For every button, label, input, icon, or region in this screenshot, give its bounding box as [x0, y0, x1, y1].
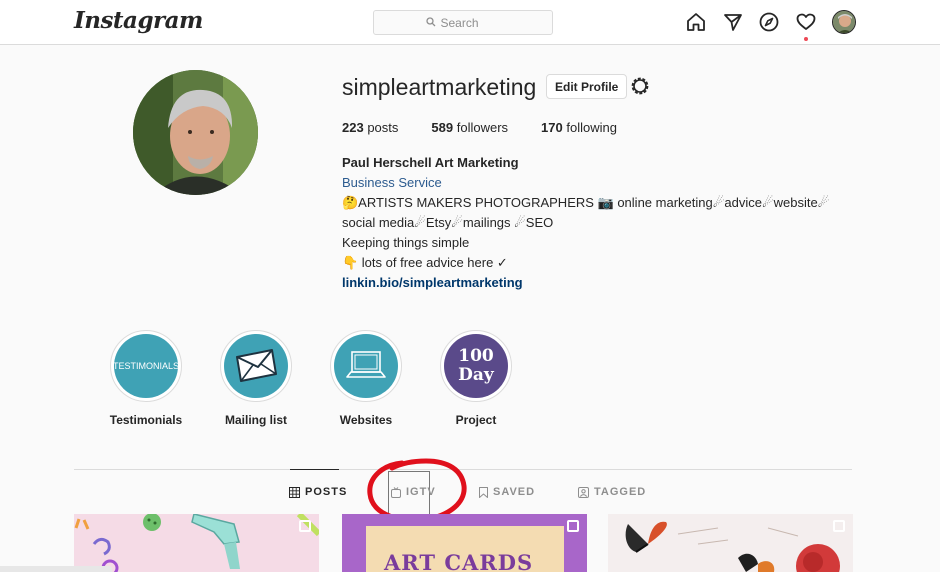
highlight-cover	[224, 334, 288, 398]
highlight-cover-text: 100	[458, 346, 494, 366]
direct-icon[interactable]	[722, 11, 744, 33]
tab-igtv[interactable]: IGTV	[391, 482, 436, 502]
post-thumbnail[interactable]: ART CARDS	[342, 514, 587, 572]
highlight-ring	[330, 330, 402, 402]
search-icon	[425, 16, 436, 30]
bio-website-link[interactable]: linkin.bio/simpleartmarketing	[342, 273, 862, 293]
posts-count: 223 posts	[342, 120, 399, 135]
tab-label: IGTV	[406, 486, 436, 498]
search-input[interactable]	[440, 15, 501, 30]
laptop-icon	[346, 351, 386, 378]
crafts-illustration	[74, 514, 319, 572]
tabs-divider	[74, 469, 852, 470]
multiple-posts-icon	[299, 520, 311, 532]
bio-category: Business Service	[342, 175, 442, 190]
activity-heart-icon[interactable]	[795, 11, 817, 33]
highlight-websites[interactable]: Websites	[311, 330, 421, 427]
bio-line: social media☄Etsy☄mailings ☄SEO	[342, 215, 554, 230]
tagged-icon	[578, 486, 589, 498]
active-tab-indicator	[290, 469, 339, 470]
post-title-text: ART CARDS	[384, 550, 534, 572]
tab-posts[interactable]: POSTS	[289, 482, 347, 502]
profile-bio: Paul Herschell Art Marketing Business Se…	[342, 153, 862, 293]
profile-stats: 223 posts 589 followers 170 following	[342, 120, 650, 135]
highlight-label: Websites	[339, 413, 393, 427]
highlight-project[interactable]: 100 Day Project	[421, 330, 531, 427]
highlight-cover: 100 Day	[444, 334, 508, 398]
instagram-logo[interactable]: Instagram	[74, 7, 203, 34]
tab-label: POSTS	[305, 486, 348, 498]
browser-status-bar	[0, 566, 112, 572]
top-nav: Instagram	[0, 0, 940, 45]
highlight-cover: TESTIMONIALS	[114, 334, 178, 398]
notification-dot	[804, 37, 808, 41]
igtv-icon	[391, 486, 401, 498]
highlight-ring: TESTIMONIALS	[110, 330, 182, 402]
explore-icon[interactable]	[758, 11, 780, 33]
tab-tagged[interactable]: TAGGED	[578, 482, 646, 502]
highlight-cover-text: Day	[458, 365, 494, 385]
highlight-cover	[334, 334, 398, 398]
highlight-ring: 100 Day	[440, 330, 512, 402]
grid-icon	[289, 486, 300, 498]
bio-full-name: Paul Herschell Art Marketing	[342, 155, 519, 170]
post-thumbnail[interactable]	[74, 514, 319, 572]
profile-avatar[interactable]	[832, 10, 856, 34]
butterflies-illustration	[625, 521, 840, 572]
bio-line: Keeping things simple	[342, 235, 470, 250]
highlight-cover-text: TESTIMONIALS	[114, 361, 178, 371]
highlight-label: Project	[455, 413, 497, 427]
post-thumbnail[interactable]	[608, 514, 853, 572]
bookmark-icon	[479, 486, 488, 498]
multiple-posts-icon	[833, 520, 845, 532]
edit-profile-button[interactable]: Edit Profile	[546, 74, 628, 99]
highlight-mailing-list[interactable]: Mailing list	[201, 330, 311, 427]
settings-gear-icon[interactable]	[629, 75, 651, 97]
bio-line: 🤔ARTISTS MAKERS PHOTOGRAPHERS 📷 online m…	[342, 195, 830, 210]
envelope-icon	[236, 349, 277, 382]
tab-saved[interactable]: SAVED	[479, 482, 535, 502]
profile-username: simpleartmarketing	[342, 74, 537, 100]
multiple-posts-icon	[567, 520, 579, 532]
highlight-label: Mailing list	[224, 413, 287, 427]
profile-photo[interactable]	[133, 70, 258, 195]
following-count[interactable]: 170 following	[541, 120, 617, 135]
tab-label: TAGGED	[594, 486, 647, 498]
highlight-ring	[220, 330, 292, 402]
followers-count[interactable]: 589 followers	[431, 120, 508, 135]
highlight-label: Testimonials	[109, 413, 183, 427]
tab-label: SAVED	[493, 486, 536, 498]
home-icon[interactable]	[685, 11, 707, 33]
bio-line: 👇 lots of free advice here ✓	[342, 255, 508, 270]
search-box[interactable]	[373, 10, 553, 35]
highlight-testimonials[interactable]: TESTIMONIALS Testimonials	[91, 330, 201, 427]
